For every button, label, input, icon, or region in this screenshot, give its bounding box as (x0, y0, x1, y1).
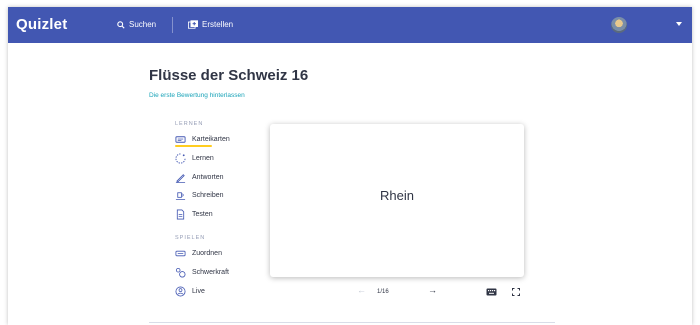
arrow-left-icon: ← (357, 285, 366, 295)
create-set-icon (188, 20, 198, 29)
keyboard-icon (486, 288, 497, 296)
create-label: Erstellen (202, 20, 234, 29)
mode-live[interactable]: Live (175, 286, 205, 297)
mode-label: Lernen (192, 155, 214, 162)
section-divider (149, 322, 555, 323)
quizlet-logo[interactable]: Quizlet (16, 16, 67, 33)
flashcard-term: Rhein (380, 188, 414, 203)
mode-flashcards[interactable]: Karteikarten (175, 134, 230, 145)
play-section-label: SPIELEN (175, 235, 206, 241)
live-icon (175, 286, 186, 297)
learn-section-label: LERNEN (175, 121, 204, 127)
test-document-icon (176, 209, 185, 220)
fullscreen-button[interactable] (512, 288, 520, 298)
gravity-icon (175, 267, 186, 278)
arrow-right-icon: → (428, 285, 437, 295)
create-button[interactable]: Erstellen (188, 20, 233, 29)
previous-card-button[interactable]: ← (357, 285, 366, 295)
search-icon (117, 20, 125, 29)
avatar[interactable] (611, 17, 627, 33)
card-counter: 1/16 (377, 289, 389, 295)
mode-gravity[interactable]: Schwerkraft (175, 267, 229, 278)
active-mode-indicator (175, 145, 212, 147)
flashcard[interactable]: Rhein (270, 124, 524, 277)
nav-divider (172, 17, 173, 33)
mode-match[interactable]: Zuordnen (175, 248, 222, 259)
search-label: Suchen (129, 20, 157, 29)
rating-link[interactable]: Die erste Bewertung hinterlassen (149, 92, 245, 99)
mode-label: Karteikarten (192, 136, 230, 143)
mode-learn[interactable]: Lernen (175, 153, 214, 164)
mode-label: Schreiben (192, 192, 224, 199)
next-card-button[interactable]: → (428, 285, 437, 295)
top-navbar: Quizlet Suchen Erstellen (8, 7, 692, 43)
mode-spell[interactable]: Schreiben (175, 190, 224, 201)
page-title: Flüsse der Schweiz 16 (149, 67, 309, 84)
keyboard-shortcuts-button[interactable] (486, 288, 497, 298)
search-button[interactable]: Suchen (117, 20, 156, 29)
learn-icon (175, 153, 186, 164)
mode-label: Zuordnen (192, 250, 222, 257)
mode-answer[interactable]: Antworten (175, 172, 224, 183)
write-pen-icon (175, 174, 186, 183)
mode-label: Schwerkraft (192, 269, 229, 276)
mode-label: Antworten (192, 174, 224, 181)
flashcards-icon (175, 136, 186, 143)
match-icon (175, 250, 186, 257)
spell-icon (175, 192, 186, 200)
mode-label: Live (192, 288, 205, 295)
mode-label: Testen (192, 211, 213, 218)
mode-test[interactable]: Testen (175, 209, 213, 220)
chevron-down-icon[interactable] (676, 22, 682, 26)
fullscreen-icon (512, 288, 520, 296)
browser-window: Quizlet Suchen Erstellen Flüsse der Schw… (8, 7, 692, 325)
